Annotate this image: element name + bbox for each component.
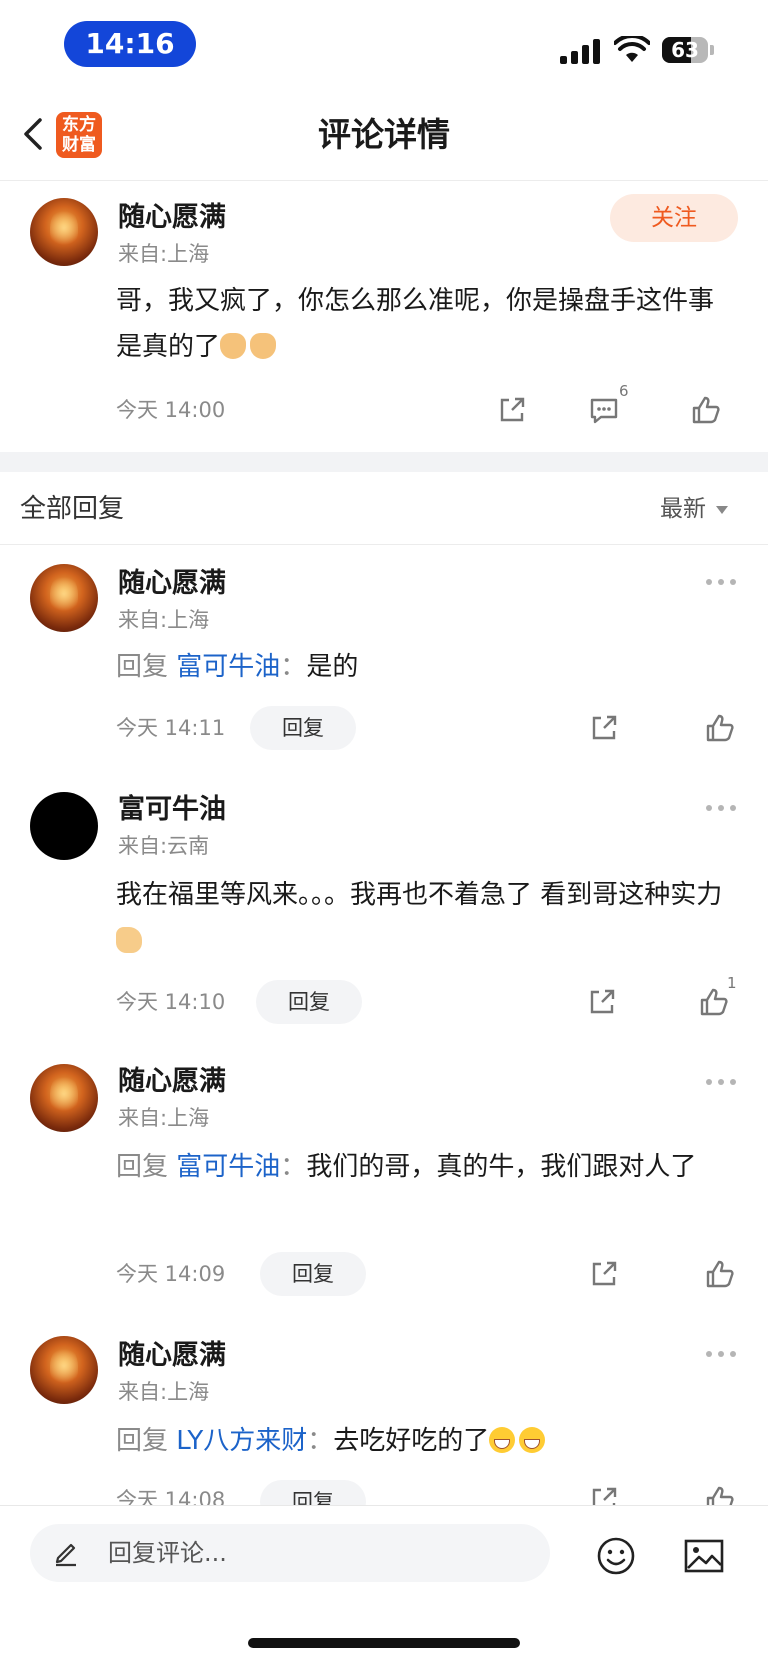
reply-username[interactable]: 随心愿满 <box>118 1064 226 1100</box>
battery-level: 63 <box>671 38 699 62</box>
replies-header: 全部回复 最新 <box>0 472 768 545</box>
status-time: 14:16 <box>64 21 196 67</box>
reply-button[interactable]: 回复 <box>260 1252 366 1296</box>
reply-prefix: 回复 <box>116 652 169 682</box>
avatar[interactable] <box>30 198 98 266</box>
avatar[interactable] <box>30 564 98 632</box>
reply-content: 回复 富可牛油：我们的哥，真的牛，我们跟对人了 <box>116 1144 736 1190</box>
reply-timestamp: 今天 14:11 <box>116 716 226 740</box>
reply-colon: ： <box>280 1152 307 1182</box>
page-title: 评论详情 <box>318 115 450 154</box>
bottom-bar: 回复评论... <box>0 1505 768 1664</box>
avatar[interactable] <box>30 1336 98 1404</box>
reply-location: 来自:上海 <box>118 1106 210 1130</box>
main-comment-text: 哥，我又疯了，你怎么那么准呢，你是操盘手这件事是真的了 <box>116 286 715 362</box>
sort-label: 最新 <box>660 496 706 522</box>
edit-icon <box>52 1537 80 1567</box>
reply-location: 来自:云南 <box>118 834 210 858</box>
reply-timestamp: 今天 14:10 <box>116 990 226 1014</box>
image-icon[interactable] <box>684 1538 724 1574</box>
avatar[interactable] <box>30 1064 98 1132</box>
grinning-emoji <box>489 1427 516 1453</box>
reply-button[interactable]: 回复 <box>256 980 362 1024</box>
reply-target-user[interactable]: LY八方来财 <box>176 1426 307 1456</box>
emoji-icon[interactable] <box>596 1536 636 1576</box>
home-indicator <box>248 1638 520 1648</box>
like-icon[interactable] <box>698 986 730 1018</box>
reply-content: 回复 富可牛油：是的 <box>116 644 736 690</box>
main-comment-username[interactable]: 随心愿满 <box>118 200 226 236</box>
praying-hands-emoji <box>220 333 247 359</box>
wifi-icon <box>613 33 651 64</box>
comment-icon[interactable] <box>588 394 620 426</box>
reply-colon: ： <box>307 1426 334 1456</box>
reply-text: 我们的哥，真的牛，我们跟对人了 <box>306 1152 697 1182</box>
main-comment-content: 哥，我又疯了，你怎么那么准呢，你是操盘手这件事是真的了 <box>116 278 736 370</box>
comment-input-placeholder: 回复评论... <box>108 1539 227 1567</box>
share-icon[interactable] <box>588 712 620 744</box>
reply-text: 去吃好吃的了 <box>333 1426 490 1456</box>
reply-timestamp: 今天 14:09 <box>116 1262 226 1286</box>
reply-target-user[interactable]: 富可牛油 <box>176 1152 280 1182</box>
reply-location: 来自:上海 <box>118 608 210 632</box>
sort-dropdown[interactable]: 最新 <box>660 492 728 526</box>
reply-text: 我在福里等风来。。。我再也不着急了 看到哥这种实力 <box>116 880 723 910</box>
reply-content: 回复 LY八方来财：去吃好吃的了 <box>116 1418 736 1464</box>
battery-icon: 63 <box>662 37 708 63</box>
avatar[interactable] <box>30 792 98 860</box>
share-icon[interactable] <box>496 394 528 426</box>
nav-bar: 东方 财富 评论详情 <box>0 88 768 181</box>
thumbs-up-emoji <box>116 927 142 953</box>
more-icon[interactable] <box>706 804 738 812</box>
like-icon[interactable] <box>690 394 722 426</box>
share-icon[interactable] <box>588 1258 620 1290</box>
comment-count: 6 <box>619 382 629 400</box>
status-bar: 14:16 63 <box>0 0 768 88</box>
section-divider <box>0 452 768 472</box>
reply-prefix: 回复 <box>116 1426 169 1456</box>
replies-title: 全部回复 <box>20 494 125 524</box>
reply-username[interactable]: 随心愿满 <box>118 566 226 602</box>
follow-button[interactable]: 关注 <box>610 194 738 242</box>
like-icon[interactable] <box>704 712 736 744</box>
signal-icon <box>560 38 602 64</box>
reply-target-user[interactable]: 富可牛油 <box>176 652 280 682</box>
main-comment-timestamp: 今天 14:00 <box>116 398 226 422</box>
reply-text: 是的 <box>306 652 359 682</box>
like-count: 1 <box>727 974 737 992</box>
share-icon[interactable] <box>586 986 618 1018</box>
more-icon[interactable] <box>706 1350 738 1358</box>
reply-prefix: 回复 <box>116 1152 169 1182</box>
reply-location: 来自:上海 <box>118 1380 210 1404</box>
reply-content: 我在福里等风来。。。我再也不着急了 看到哥这种实力 <box>116 872 736 964</box>
praying-hands-emoji <box>250 333 277 359</box>
comment-input[interactable]: 回复评论... <box>30 1524 550 1582</box>
reply-username[interactable]: 富可牛油 <box>118 792 226 828</box>
more-icon[interactable] <box>706 1078 738 1086</box>
more-icon[interactable] <box>706 578 738 586</box>
reply-colon: ： <box>280 652 307 682</box>
reply-button[interactable]: 回复 <box>250 706 356 750</box>
grinning-emoji <box>519 1427 546 1453</box>
battery-tip <box>710 45 714 55</box>
like-icon[interactable] <box>704 1258 736 1290</box>
caret-down-icon <box>716 505 728 514</box>
reply-username[interactable]: 随心愿满 <box>118 1338 226 1374</box>
main-comment-location: 来自:上海 <box>118 242 210 266</box>
